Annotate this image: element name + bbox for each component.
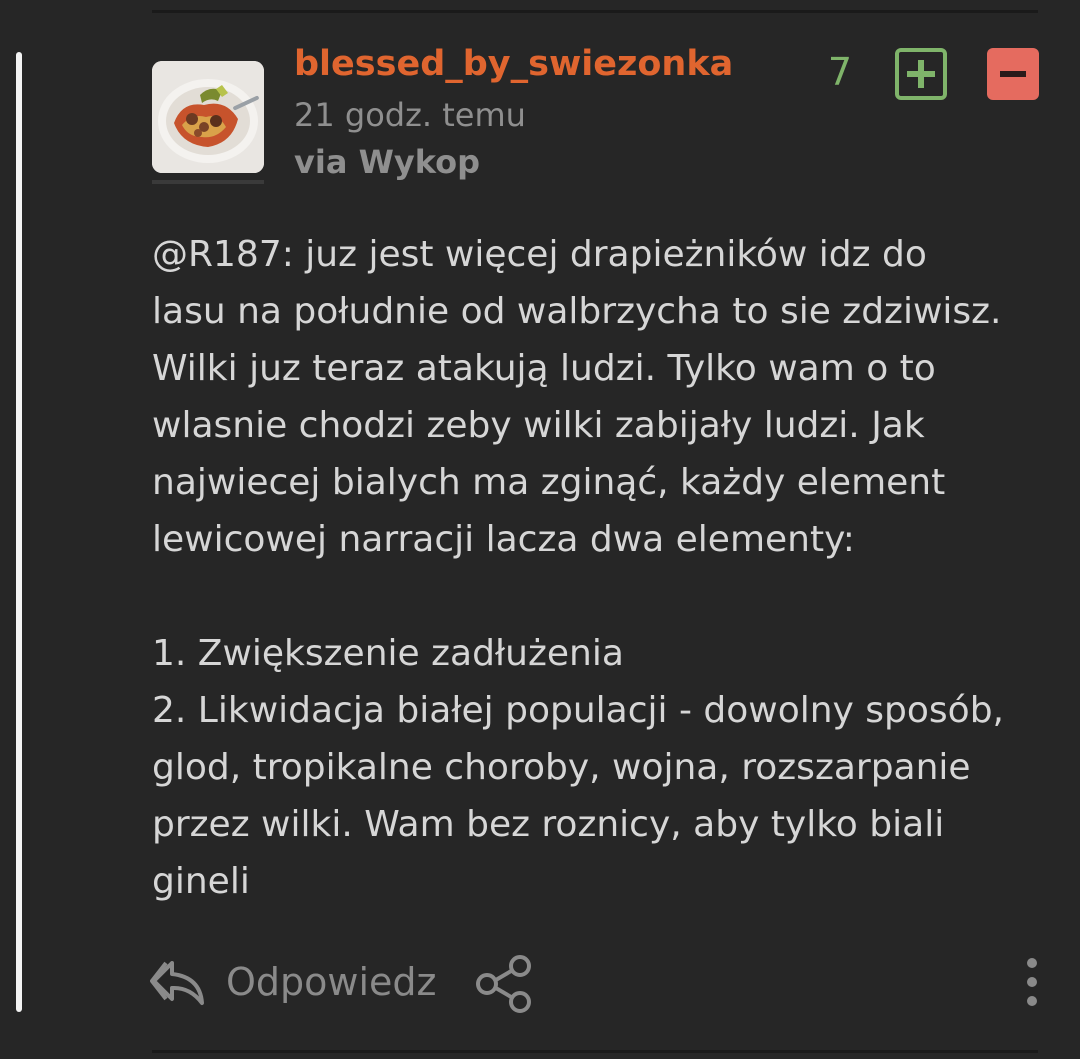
reply-button[interactable]: Odpowiedz <box>226 960 436 1004</box>
author-username[interactable]: blessed_by_swiezonka <box>294 44 733 84</box>
minus-icon <box>1000 71 1026 77</box>
body-line: lasu na południe od walbrzycha to sie zd… <box>152 291 1002 332</box>
top-divider <box>152 10 1038 13</box>
body-line: gineli <box>152 861 250 902</box>
post-body: @R187: juz jest więcej drapieżników idz … <box>152 226 1052 910</box>
more-vertical-icon[interactable] <box>1016 955 1048 1011</box>
body-line: glod, tropikalne choroby, wojna, rozszar… <box>152 747 971 788</box>
post-source: via Wykop <box>294 143 481 181</box>
avatar-underline <box>152 180 264 184</box>
body-line: wlasnie chodzi zeby wilki zabijały ludzi… <box>152 405 925 446</box>
body-line: Wilki juz teraz atakują ludzi. Tylko wam… <box>152 348 936 389</box>
vote-count: 7 <box>827 50 853 94</box>
avatar-image <box>152 61 264 173</box>
plus-icon <box>907 60 935 88</box>
body-line: 1. Zwiększenie zadłużenia <box>152 633 624 674</box>
bottom-divider <box>152 1050 1038 1053</box>
avatar[interactable] <box>152 61 264 173</box>
upvote-button[interactable] <box>895 48 947 100</box>
downvote-button[interactable] <box>987 48 1039 100</box>
share-icon[interactable] <box>474 953 534 1015</box>
body-line: przez wilki. Wam bez roznicy, aby tylko … <box>152 804 945 845</box>
body-line: najwiecej bialych ma zginąć, każdy eleme… <box>152 462 946 503</box>
body-line: 2. Likwidacja białej populacji - dowolny… <box>152 690 1004 731</box>
body-line: @R187: juz jest więcej drapieżników idz … <box>152 234 927 275</box>
post-time: 21 godz. temu <box>294 96 526 134</box>
thread-line <box>16 52 22 1012</box>
body-line: lewicowej narracji lacza dwa elementy: <box>152 519 855 560</box>
reply-arrow-icon[interactable] <box>150 955 206 1011</box>
